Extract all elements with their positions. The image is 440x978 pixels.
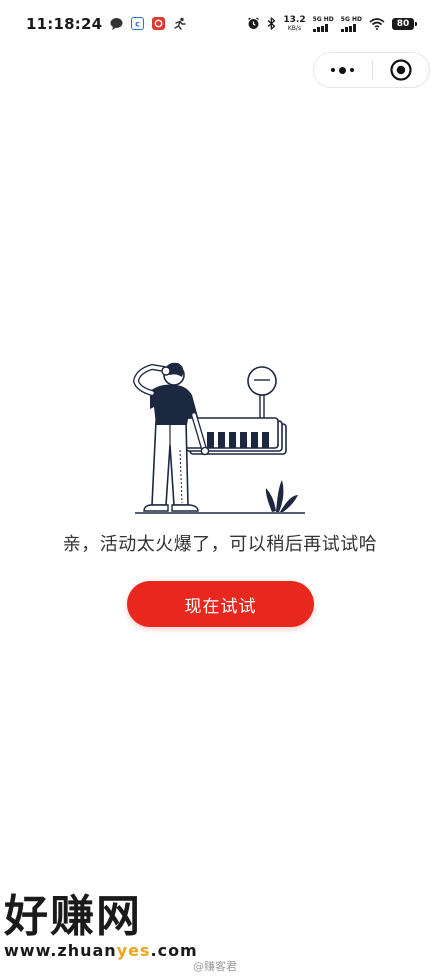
weibo-handle-watermark: @赚客君 [193,960,237,973]
mini-program-page: 11:18:24 c 13.2 KB/s 5G HD 5G HD 80 亲，活动… [0,0,440,978]
status-left: 11:18:24 c [26,15,187,34]
battery-indicator: 80 [392,18,417,30]
signal-sim2-label: 5G HD [340,16,362,23]
app-notification-icon: c [131,15,145,34]
watermark-url-highlight: yes [116,941,151,960]
more-dots-icon[interactable] [314,53,372,87]
retry-now-button[interactable]: 现在试试 [127,581,314,627]
target-close-icon[interactable] [372,53,429,87]
wifi-icon [369,15,385,34]
mini-program-capsule [313,52,430,88]
status-right: 13.2 KB/s 5G HD 5G HD 80 [247,15,417,34]
network-speed-unit: KB/s [287,25,302,32]
bluetooth-icon [267,15,276,34]
busy-message: 亲，活动太火爆了，可以稍后再试试哈 [62,534,378,555]
watermark-url-prefix: www.zhuan [4,941,117,960]
watermark-url: www.zhuanyes.com [4,942,204,960]
signal-bars-icon [340,24,356,32]
busy-illustration [130,355,310,517]
chat-bubble-icon [110,15,123,34]
signal-sim1-label: 5G HD [312,16,334,23]
status-time: 11:18:24 [26,15,103,33]
signal-bars-icon [312,24,328,32]
signal-sim1: 5G HD [312,16,334,32]
status-bar: 11:18:24 c 13.2 KB/s 5G HD 5G HD 80 [0,0,440,48]
network-speed-value: 13.2 [283,15,306,25]
watermark-logo: 好赚网 [4,891,142,942]
watermark-url-suffix: .com [150,941,198,960]
svg-text:c: c [135,19,140,28]
site-watermark: 好赚网 www.zhuanyes.com [4,892,204,960]
signal-sim2: 5G HD [340,16,362,32]
alarm-clock-icon [247,15,260,34]
running-app-icon [173,15,187,34]
network-speed: 13.2 KB/s [283,15,306,33]
red-app-icon [152,15,166,34]
